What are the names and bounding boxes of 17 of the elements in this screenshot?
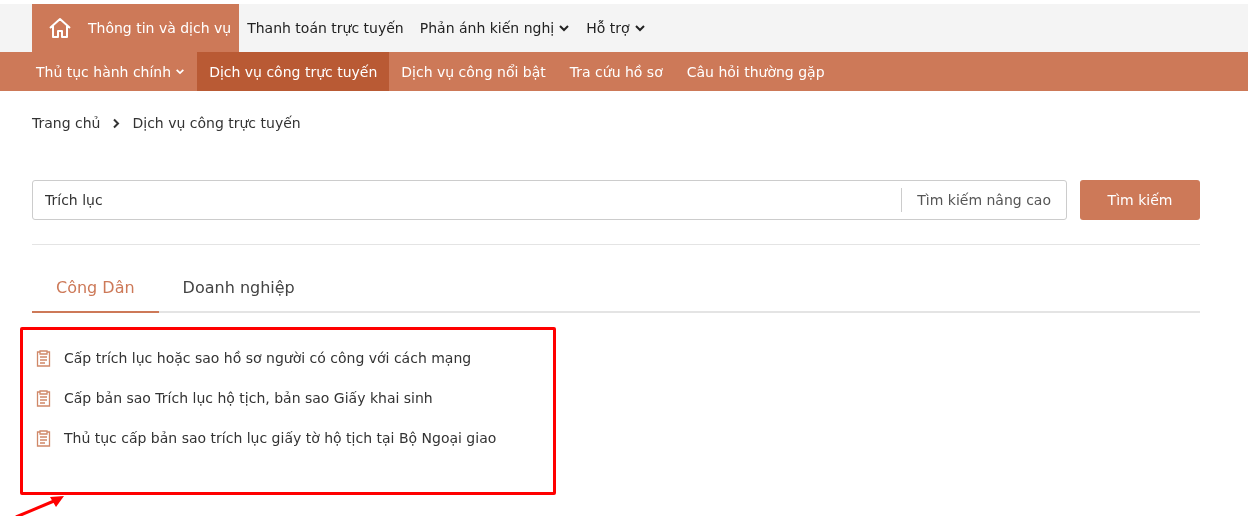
document-icon [36,389,51,407]
advanced-search-link[interactable]: Tìm kiếm nâng cao [902,192,1066,208]
service-link[interactable]: Thủ tục cấp bản sao trích lục giấy tờ hộ tịch tại Bộ Ngoại giao [64,430,497,446]
nav-link[interactable]: Dịch vụ công trực tuyến [197,52,390,91]
nav-link[interactable]: Hỗ trợ [578,4,654,52]
service-link[interactable]: Cấp bản sao Trích lục hộ tịch, bản sao Giấy khai sinh [64,390,433,406]
nav-link[interactable]: Phản ánh kiến nghị [411,4,579,52]
search-field[interactable]: Trích lục Tìm kiếm nâng cao [32,180,1067,220]
nav-link[interactable]: Thanh toán trực tuyến [239,4,412,52]
document-icon [36,429,51,447]
chevron-icon [112,117,121,129]
breadcrumb-link[interactable]: Trang chủ [32,115,101,131]
breadcrumb-link[interactable]: Dịch vụ công trực tuyến [132,115,301,131]
document-icon [36,349,51,367]
tab[interactable]: Doanh nghiệp [158,265,319,313]
service-link[interactable]: Cấp trích lục hoặc sao hồ sơ người có công với cách mạng [64,350,472,366]
home-icon [48,17,72,39]
